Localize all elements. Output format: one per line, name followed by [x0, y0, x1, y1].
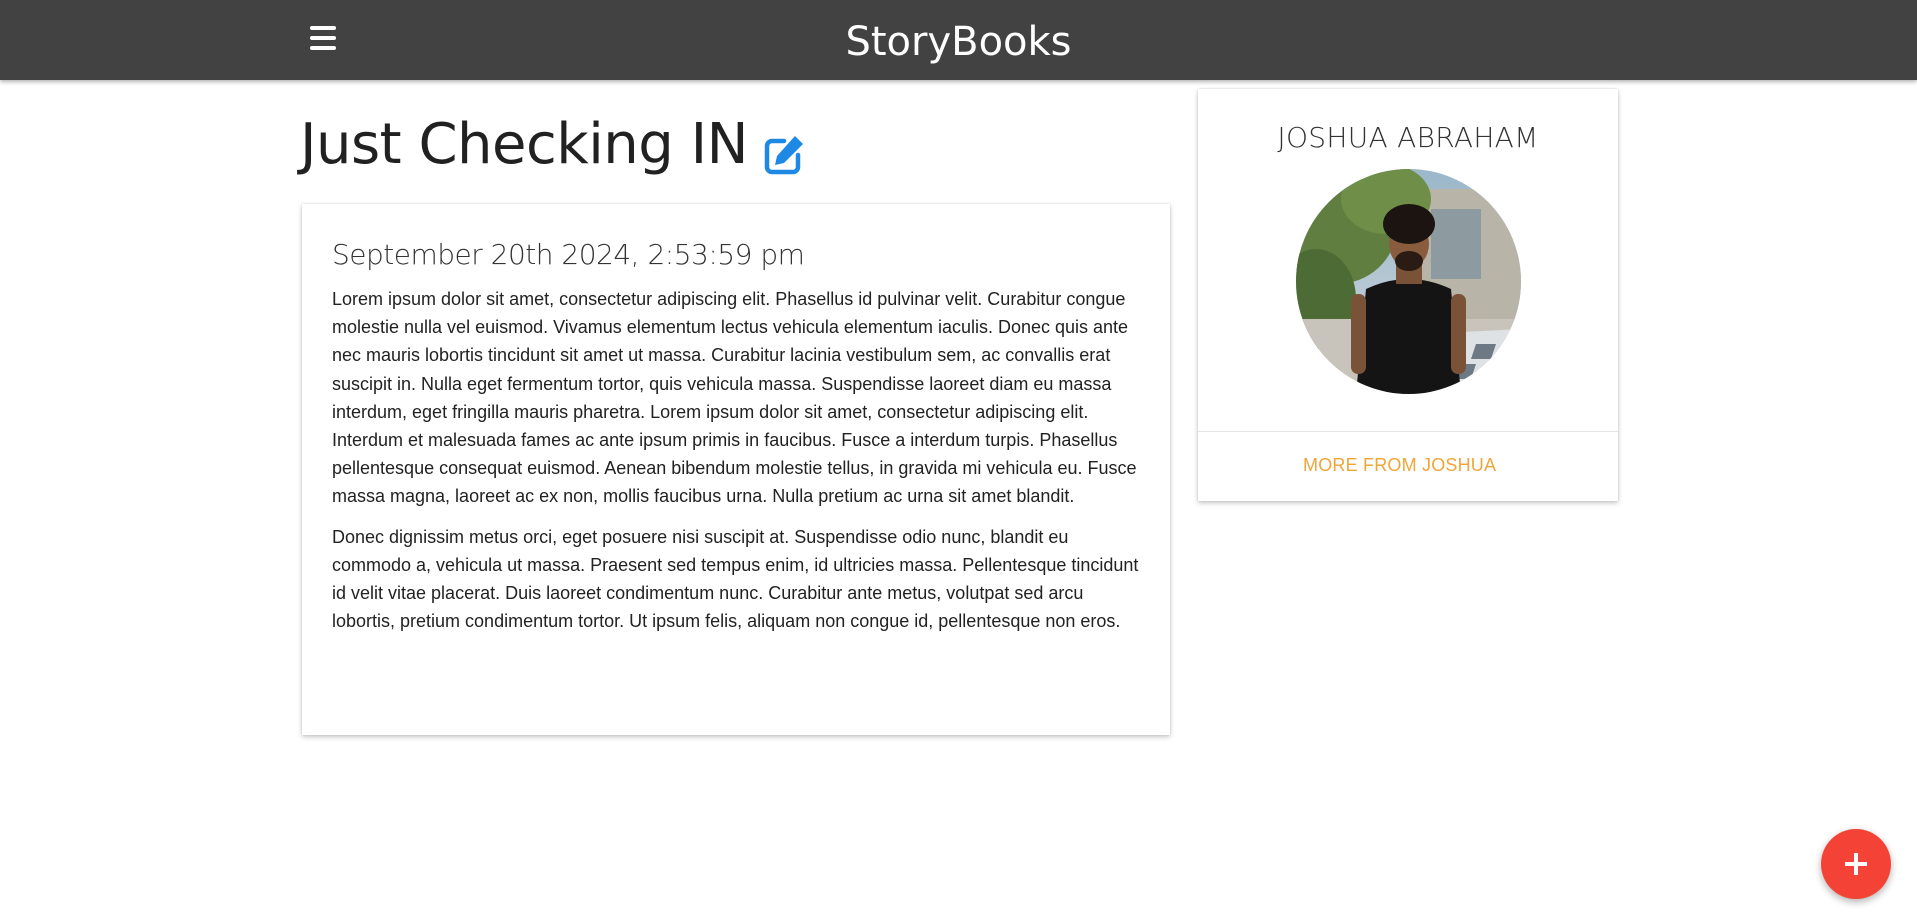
hamburger-menu-icon[interactable]	[306, 22, 340, 56]
author-avatar	[1296, 169, 1521, 394]
story-title: Just Checking IN	[300, 112, 806, 177]
plus-icon-vertical	[1854, 853, 1858, 875]
story-paragraph: Lorem ipsum dolor sit amet, consectetur …	[332, 289, 1137, 507]
more-from-author-link[interactable]: MORE FROM JOSHUA	[1303, 455, 1496, 476]
author-name: JOSHUA ABRAHAM	[1277, 121, 1539, 154]
add-story-button[interactable]	[1821, 829, 1891, 899]
top-navbar: StoryBooks	[0, 0, 1917, 80]
author-card: JOSHUA ABRAHAM MORE FROM JOSHUA	[1198, 89, 1618, 501]
brand-logo-link[interactable]: StoryBooks	[845, 19, 1071, 65]
card-divider	[1198, 431, 1618, 432]
story-date: September 20th 2024, 2:53:59 pm	[332, 238, 805, 271]
story-title-text: Just Checking IN	[300, 112, 749, 177]
story-body: Lorem ipsum dolor sit amet, consectetur …	[332, 285, 1140, 635]
story-card: September 20th 2024, 2:53:59 pm Lorem ip…	[302, 204, 1170, 735]
story-paragraph: Donec dignissim metus orci, eget posuere…	[332, 526, 1139, 632]
brand-container: StoryBooks	[0, 0, 1917, 80]
edit-icon[interactable]	[762, 126, 806, 174]
